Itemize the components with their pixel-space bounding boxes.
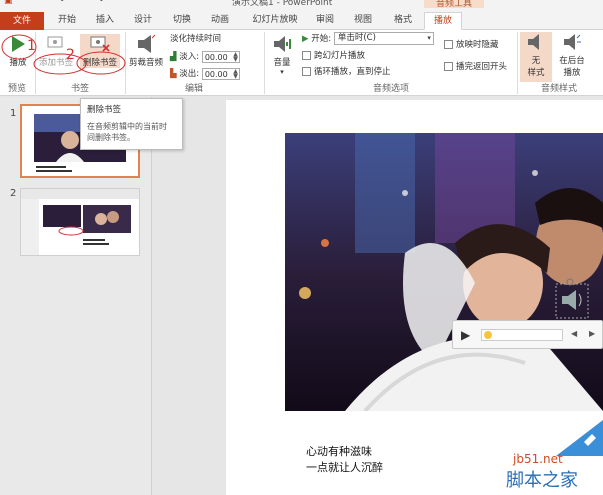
trim-audio-button[interactable]: 剪裁音频: [126, 34, 166, 68]
annotation-circle-add: [33, 53, 87, 75]
annotation-marks: [1, 34, 126, 75]
fade-in-value: 00.00: [204, 52, 228, 62]
ribbon-tabs: 文件 开始 插入 设计 切换 动画 幻灯片放映 审阅 视图 格式 播放: [0, 8, 603, 30]
trim-audio-icon: [138, 34, 156, 53]
spinner-arrows-icon[interactable]: ▲ ▼: [233, 51, 238, 62]
volume-label: 音量: [273, 58, 291, 68]
play-across-slides-checkbox[interactable]: [302, 51, 311, 60]
loop-checkbox[interactable]: [302, 67, 311, 76]
play-across-slides-option[interactable]: 跨幻灯片播放: [302, 49, 365, 63]
chevron-down-icon: ▾: [280, 68, 284, 76]
annotation-circle-2: [76, 51, 126, 75]
tab-insert[interactable]: 插入: [92, 12, 118, 30]
trim-audio-label: 剪裁音频: [128, 58, 163, 68]
fade-out-label: 淡出:: [179, 69, 200, 79]
start-row: ▶ 开始: 单击时(C) ▾: [302, 32, 434, 46]
slide-number-2: 2: [10, 188, 17, 199]
tab-file[interactable]: 文件: [0, 12, 44, 30]
player-play-icon[interactable]: ▶: [461, 328, 470, 342]
audio-player: ▶ ◀ ▶: [452, 320, 603, 349]
fade-in-row: ▟ 淡入: 00.00 ▲ ▼: [170, 50, 240, 64]
hide-during-show-checkbox[interactable]: [444, 40, 453, 49]
document-title: 演示文稿1 - PowerPoint: [232, 0, 333, 8]
tooltip-desc-2: 间删除书签。: [87, 133, 135, 142]
rewind-label: 播完返回开头: [456, 62, 508, 72]
undo-icon[interactable]: ↶: [60, 0, 68, 6]
loop-option[interactable]: 循环播放，直到停止: [302, 65, 391, 79]
tooltip-desc-1: 在音频剪辑中的当前时: [87, 122, 167, 131]
start-dropdown[interactable]: 单击时(C) ▾: [333, 32, 434, 45]
tab-playback[interactable]: 播放: [424, 12, 462, 30]
preview-group-label: 预览: [7, 84, 26, 94]
tab-animations[interactable]: 动画: [207, 12, 233, 30]
group-divider: [264, 32, 265, 94]
rewind-checkbox[interactable]: [444, 62, 453, 71]
audio-styles-group-label: 音频样式: [540, 84, 577, 94]
play-across-slides-label: 跨幻灯片播放: [314, 51, 366, 61]
watermark-name: 脚本之家: [506, 470, 578, 491]
audio-object-icon[interactable]: [552, 278, 592, 322]
start-label: 开始:: [311, 34, 332, 44]
audio-progress-track[interactable]: [481, 329, 563, 341]
tab-transitions[interactable]: 切换: [169, 12, 195, 30]
slide-thumbnail-image: [21, 189, 139, 255]
tab-review[interactable]: 审阅: [312, 12, 338, 30]
watermark-triangle: [556, 420, 603, 456]
no-style-label-2: 样式: [527, 68, 545, 78]
tab-design[interactable]: 设计: [130, 12, 156, 30]
editing-group-label: 编辑: [184, 84, 203, 94]
play-in-background-label-2: 播放: [563, 68, 581, 78]
fade-out-row: ▙ 淡出: 00.00 ▲ ▼: [170, 67, 240, 81]
remove-bookmark-tooltip: 删除书签 在音频剪辑中的当前时 间删除书签。: [80, 98, 183, 150]
tab-view[interactable]: 视图: [350, 12, 376, 30]
no-style-icon: [528, 34, 539, 50]
forward-icon[interactable]: ▶: [589, 329, 595, 338]
fade-in-spinner[interactable]: 00.00 ▲ ▼: [201, 50, 240, 63]
annotation-number-1: 1: [27, 38, 36, 54]
start-icon: ▶: [302, 34, 309, 44]
fade-out-value: 00.00: [204, 69, 228, 79]
context-tab-group: 音频工具: [424, 0, 484, 8]
watermark-url: jb51.net: [513, 452, 563, 466]
fade-duration-title: 淡化持续时间: [170, 34, 222, 44]
no-style-label-1: 无: [531, 56, 541, 66]
slide-caption-line2: 一点就让人沉醉: [306, 461, 383, 474]
fade-out-icon: ▙: [170, 69, 177, 79]
fade-in-label: 淡入:: [179, 52, 200, 62]
chevron-down-icon: ▾: [427, 34, 431, 42]
spinner-arrows-icon[interactable]: ▲ ▼: [233, 68, 238, 79]
save-icon[interactable]: ▣: [4, 0, 13, 6]
play-in-background-icon: [564, 34, 581, 50]
volume-icon: [274, 36, 291, 52]
fade-out-spinner[interactable]: 00.00 ▲ ▼: [201, 67, 240, 80]
slide-caption-line1: 心动有种滋味: [306, 445, 372, 458]
slide-thumbnail-2[interactable]: [20, 188, 140, 256]
play-in-background-label-1: 在后台: [559, 56, 585, 66]
fade-in-icon: ▟: [170, 52, 177, 62]
hide-during-show-label: 放映时隐藏: [456, 40, 499, 50]
rewind-option[interactable]: 播完返回开头: [444, 60, 507, 74]
rewind-icon[interactable]: ◀: [571, 329, 577, 338]
volume-button[interactable]: 音量 ▾: [267, 34, 297, 76]
redo-icon[interactable]: ↷: [96, 0, 104, 6]
wedding-photo-image: [285, 133, 603, 411]
loop-label: 循环播放，直到停止: [314, 67, 391, 77]
play-in-background-button[interactable]: 在后台 播放: [554, 32, 590, 78]
start-value: 单击时(C): [337, 33, 376, 43]
progress-thumb[interactable]: [484, 331, 492, 339]
bookmarks-group-label: 书签: [70, 84, 89, 94]
no-style-button[interactable]: 无 样式: [520, 32, 552, 82]
annotation-number-2: 2: [66, 47, 75, 63]
tooltip-title: 删除书签: [87, 105, 122, 115]
audio-options-group-label: 音频选项: [372, 84, 409, 94]
slide-photo[interactable]: [285, 133, 603, 411]
tab-format[interactable]: 格式: [390, 12, 416, 30]
tab-slideshow[interactable]: 幻灯片放映: [246, 12, 304, 30]
tab-home[interactable]: 开始: [54, 12, 80, 30]
title-bar: ▣ ↶ ↷ 演示文稿1 - PowerPoint 音频工具: [0, 0, 603, 8]
hide-during-show-option[interactable]: 放映时隐藏: [444, 38, 499, 52]
slide-number-1: 1: [10, 108, 17, 119]
